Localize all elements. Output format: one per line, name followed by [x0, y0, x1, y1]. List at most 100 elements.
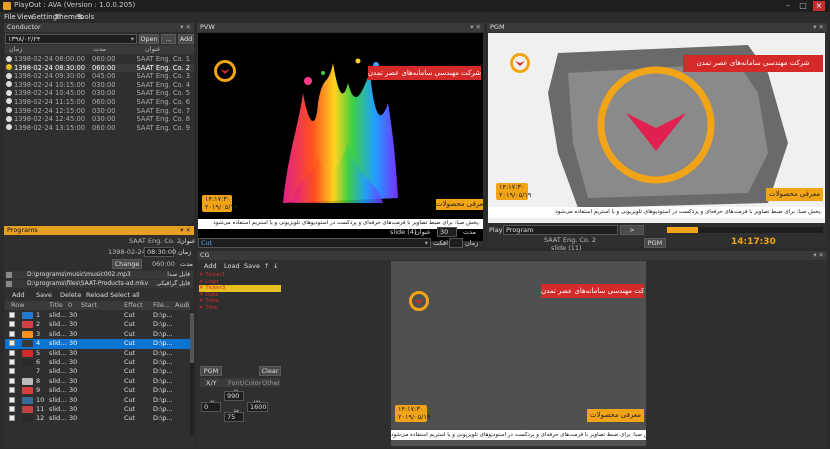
x-field[interactable]: 0	[201, 402, 221, 412]
w-field[interactable]: 1600	[247, 402, 268, 412]
col-name[interactable]: عنوان	[145, 45, 161, 54]
col-audio[interactable]: Audi	[175, 301, 190, 310]
pvw-duration-field[interactable]: 30	[437, 227, 457, 237]
row-checkbox[interactable]	[9, 368, 15, 375]
row-title: slid...	[49, 404, 67, 413]
programs-scrollbar[interactable]	[190, 311, 194, 435]
col-effect[interactable]: Effect	[124, 301, 143, 310]
col-file[interactable]: File...	[153, 301, 170, 310]
program-name-value[interactable]: SAAT Eng. Co. 2	[129, 237, 181, 245]
maximize-icon[interactable]: □	[797, 1, 809, 11]
col-title[interactable]: Title	[49, 301, 63, 310]
pvw-time-field[interactable]	[449, 238, 463, 248]
pvw-slide-label: slide (4)	[390, 228, 417, 236]
program-row[interactable]: 11 slid... 30 Cut D:\p...	[5, 405, 190, 414]
row-checkbox[interactable]	[9, 340, 15, 347]
pvw-effect-select[interactable]: Cut ▾	[198, 238, 431, 248]
row-checkbox[interactable]	[9, 349, 15, 356]
program-row[interactable]: 5 slid... 30 Cut D:\p...	[5, 349, 190, 358]
menu-file[interactable]: File	[4, 13, 16, 21]
panel-pin-close-icon[interactable]: ▾ ✕	[180, 23, 191, 32]
y-field[interactable]: 990	[224, 391, 244, 401]
col-time[interactable]: زمان	[9, 45, 22, 54]
conductor-row[interactable]: 1398-02-24 08:30:00 060:00 SAAT Eng. Co. 2	[5, 63, 194, 73]
cg-clear-button[interactable]: Clear	[259, 366, 281, 376]
conductor-row[interactable]: 1398-02-24 11:15:00 060:00 SAAT Eng. Co. 6	[5, 98, 194, 107]
row-checkbox[interactable]	[9, 405, 15, 412]
program-time-field[interactable]: 08:30:00	[144, 247, 176, 257]
conductor-row[interactable]: 1398-02-24 08:00:00 060:00 SAAT Eng. Co. 1	[5, 55, 194, 64]
cg-move-up-button[interactable]: ↑	[264, 262, 269, 270]
change-button[interactable]: Change	[112, 259, 142, 269]
conductor-row[interactable]: 1398-02-24 12:45:00 030:00 SAAT Eng. Co. 8	[5, 115, 194, 124]
panel-pin-close-icon[interactable]: ▾ ✕	[470, 23, 481, 32]
row-checkbox[interactable]	[9, 377, 15, 384]
h-field[interactable]: 75	[224, 412, 244, 422]
cg-add-button[interactable]: Add	[204, 262, 217, 270]
programs-select-all-button[interactable]: Select all	[110, 291, 140, 299]
minimize-icon[interactable]: –	[782, 1, 794, 11]
program-duration-value[interactable]: 060:00	[152, 260, 175, 268]
conductor-row[interactable]: 1398-02-24 09:30:00 045:00 SAAT Eng. Co. 3	[5, 72, 194, 81]
programs-add-button[interactable]: Add	[12, 291, 25, 299]
browse-button[interactable]: ...	[161, 34, 176, 44]
col-duration[interactable]: 0	[68, 301, 72, 310]
add-button[interactable]: Add	[178, 34, 194, 44]
tab-font-color[interactable]: Font/Color	[228, 379, 261, 387]
programs-reload-button[interactable]: Reload	[86, 291, 108, 299]
cg-pgm-button[interactable]: PGM	[200, 366, 222, 376]
panel-pin-close-icon[interactable]: ▾ ✕	[180, 226, 191, 235]
panel-pin-close-icon[interactable]: ▾ ✕	[813, 251, 824, 260]
close-icon[interactable]: ×	[813, 1, 825, 11]
conductor-row[interactable]: 1398-02-24 10:15:00 030:00 SAAT Eng. Co. 4	[5, 81, 194, 90]
cg-layer-name: Date	[205, 291, 219, 298]
programs-save-button[interactable]: Save	[36, 291, 52, 299]
row-checkbox[interactable]	[9, 387, 15, 394]
open-button[interactable]: Open	[139, 34, 159, 44]
row-checkbox[interactable]	[9, 321, 15, 328]
play-label[interactable]: Play	[489, 226, 503, 234]
menu-tools[interactable]: Tools	[77, 13, 94, 21]
row-time: 1398-02-24 13:15:00	[14, 123, 86, 132]
program-row[interactable]: 12 slid... 30 Cut D:\p...	[5, 414, 190, 423]
next-button[interactable]: >	[620, 225, 644, 235]
conductor-row[interactable]: 1398-02-24 12:15:00 030:00 SAAT Eng. Co. 7	[5, 107, 194, 116]
conductor-row[interactable]: 1398-02-24 13:15:00 060:00 SAAT Eng. Co. 9	[5, 124, 194, 133]
pgm-mode-select[interactable]: Program	[503, 225, 618, 235]
panel-pin-close-icon[interactable]: ▾ ✕	[813, 23, 824, 32]
cg-layer-item[interactable]: ✕ Title	[199, 305, 281, 312]
scrollbar-thumb[interactable]	[190, 313, 194, 363]
row-checkbox[interactable]	[9, 330, 15, 337]
cg-save-button[interactable]: Save	[244, 262, 260, 270]
row-checkbox[interactable]	[9, 415, 15, 422]
row-checkbox[interactable]	[9, 396, 15, 403]
program-row[interactable]: 4 slid... 30 Cut D:\p...	[5, 339, 190, 349]
cg-move-down-button[interactable]: ↓	[273, 262, 278, 270]
row-checkbox[interactable]	[9, 312, 15, 318]
audio-file-label: فایل صدا	[167, 271, 190, 278]
program-row[interactable]: 9 slid... 30 Cut D:\p...	[5, 386, 190, 395]
tab-other[interactable]: Other	[262, 379, 280, 387]
conductor-date-field[interactable]: ۱۳۹۸/۰۲/۲۴ ▾	[5, 34, 137, 44]
program-row[interactable]: 8 slid... 30 Cut D:\p...	[5, 377, 190, 386]
program-date-value[interactable]: 1398-02-24	[108, 248, 146, 256]
program-row[interactable]: 10 slid... 30 Cut D:\p...	[5, 396, 190, 405]
program-row[interactable]: 3 slid... 30 Cut D:\p...	[5, 330, 190, 339]
tab-xy[interactable]: X/Y	[206, 379, 217, 387]
programs-delete-button[interactable]: Delete	[60, 291, 81, 299]
row-checkbox[interactable]	[9, 358, 15, 365]
row-duration: 30	[69, 357, 78, 366]
conductor-row[interactable]: 1398-02-24 10:45:00 030:00 SAAT Eng. Co. 5	[5, 89, 194, 98]
program-row[interactable]: 2 slid... 30 Cut D:\p...	[5, 320, 190, 329]
program-row[interactable]: 7 slid... 30 Cut D:\p...	[5, 367, 190, 376]
audio-file-row[interactable]: D:\programs\music\music002.mp3 فایل صدا	[5, 271, 193, 279]
col-start[interactable]: Start	[81, 301, 97, 310]
pgm-button[interactable]: PGM	[644, 238, 666, 248]
program-row[interactable]: 1 slid... 30 Cut D:\p...	[5, 311, 190, 320]
program-row[interactable]: 6 slid... 30 Cut D:\p...	[5, 358, 190, 367]
col-duration[interactable]: مدت	[93, 45, 106, 54]
calendar-dropdown-icon[interactable]: ▾	[131, 35, 134, 43]
cg-load-button[interactable]: Load	[224, 262, 240, 270]
col-row[interactable]: Row	[11, 301, 25, 310]
graphic-file-row[interactable]: D:\programs\files\SAAT-Products-ad.mkv ف…	[5, 280, 193, 288]
